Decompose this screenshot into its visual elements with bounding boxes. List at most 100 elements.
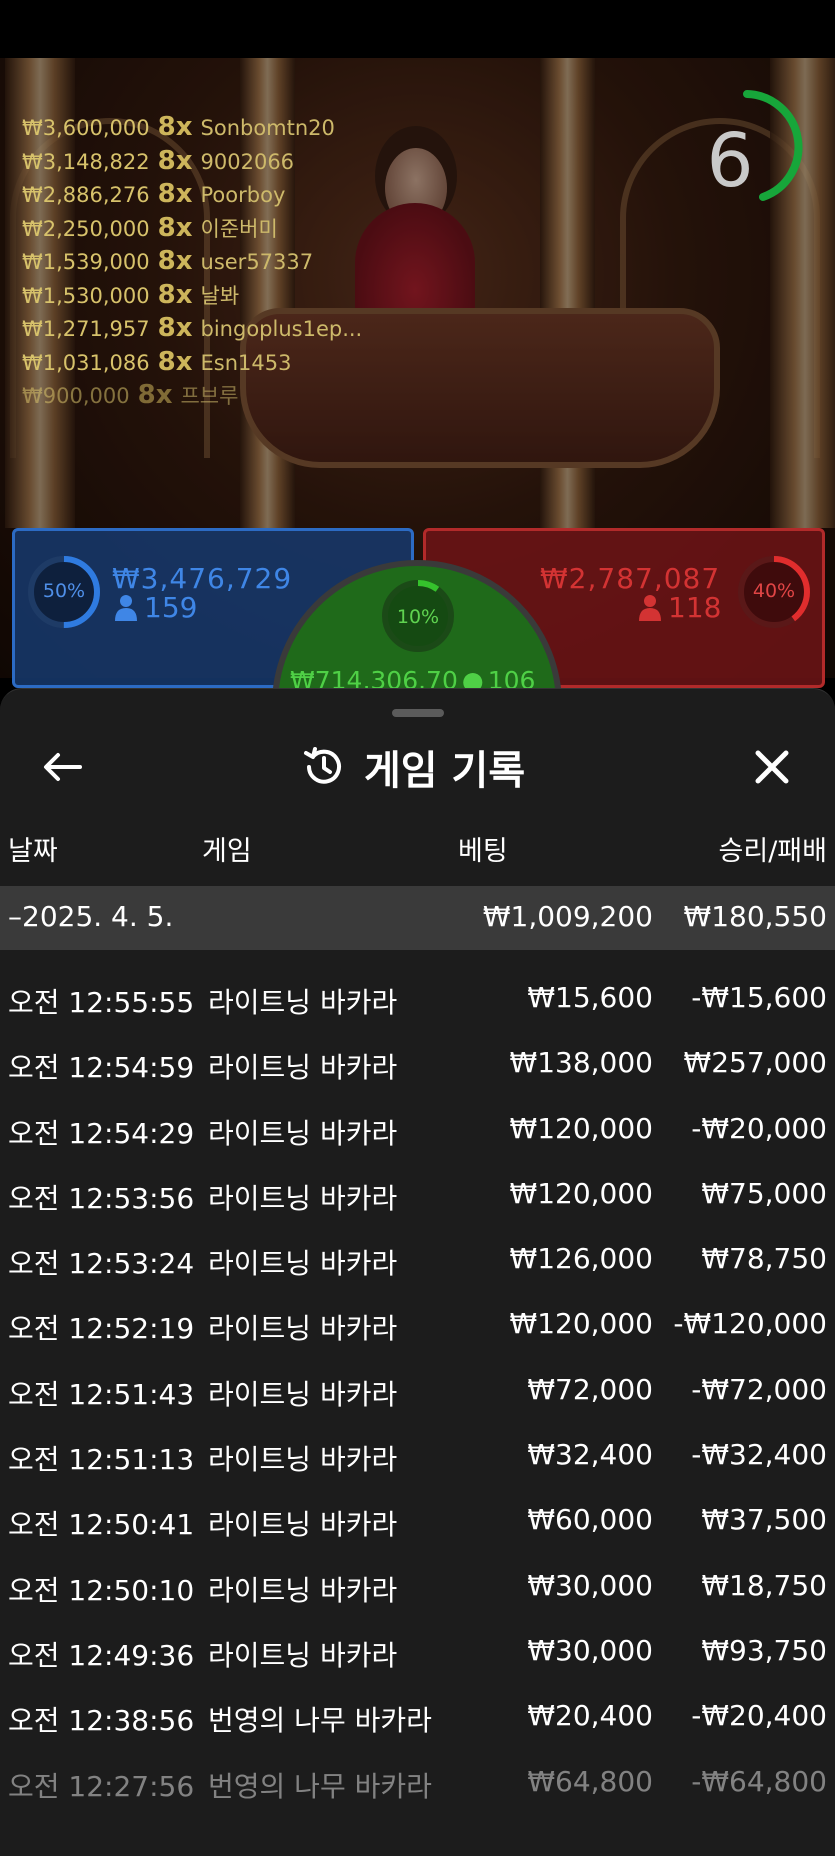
row-game: 라이트닝 바카라 [208,1508,398,1542]
column-header-game[interactable]: 게임 [202,829,252,868]
top-winners-list: ₩3,600,000 8x Sonbomtn20 ₩3,148,822 8x 90020… [22,112,362,414]
winner-entry: ₩900,000 8x 프브루 [22,380,352,414]
winner-amount: ₩900,000 [22,384,130,408]
winner-entry: ₩1,271,957 8x bingoplus1ep... [22,313,362,347]
row-bet: ₩20,400 [527,1699,653,1733]
row-game: 번영의 나무 바카라 [208,1704,432,1738]
winner-name: bingoplus1ep... [200,317,363,341]
game-history-sheet: 게임 기록 날짜 게임 베팅 승리/패배 –2025. 4. 5. ₩1,009… [0,688,835,1856]
player-percent: 50% [42,580,86,602]
row-time: 오전 12:50:41 [8,1508,195,1542]
winner-amount: ₩2,250,000 [22,216,150,241]
row-win-loss: ₩78,750 [701,1242,827,1276]
winner-amount: ₩1,271,957 [22,317,150,341]
winner-amount: ₩3,148,822 [22,149,150,174]
row-time: 오전 12:50:10 [8,1573,195,1607]
row-game: 라이트닝 바카라 [208,1051,398,1085]
winner-amount: ₩2,886,276 [22,183,150,207]
row-time: 오전 12:27:56 [8,1769,195,1803]
row-time: 오전 12:53:56 [8,1181,195,1215]
column-header-date[interactable]: 날짜 [8,829,58,868]
row-bet: ₩120,000 [509,1307,653,1341]
tie-percent: 10% [396,606,440,628]
winner-multiplier: 8x [157,145,193,176]
row-bet: ₩30,000 [527,1633,653,1667]
winner-name: 프브루 [180,384,239,408]
close-button[interactable] [746,741,798,793]
row-time: 오전 12:51:43 [8,1377,195,1411]
winner-name: user57337 [200,250,314,274]
close-icon [755,750,789,784]
row-time: 오전 12:54:59 [8,1051,195,1085]
row-time: 오전 12:51:13 [8,1443,195,1477]
winner-name: 이준버미 [200,216,278,241]
row-bet: ₩72,000 [527,1372,653,1406]
row-bet: ₩60,000 [527,1503,653,1537]
column-header-bet[interactable]: 베팅 [458,829,508,868]
winner-amount: ₩3,600,000 [22,116,150,140]
winner-entry: ₩3,600,000 8x Sonbomtn20 [22,112,352,146]
row-win-loss: -₩32,400 [691,1438,827,1472]
winner-name: Sonbomtn20 [200,116,335,140]
history-rows: 오전 12:55:55 라이트닝 바카라 ₩15,600 -₩15,600 오전 12… [0,971,835,1820]
row-time: 오전 12:55:55 [8,986,195,1019]
row-time: 오전 12:54:29 [8,1116,195,1150]
winner-entry: ₩2,886,276 8x Poorboy [22,179,352,213]
table-row[interactable]: 오전 12:27:56 번영의 나무 바카라 ₩64,800 -₩64,800 [0,1755,835,1820]
row-time: 오전 12:53:24 [8,1247,195,1281]
winner-multiplier: 8x [157,346,193,377]
winner-amount: ₩1,539,000 [22,250,150,274]
table-row[interactable]: 오전 12:53:24 라이트닝 바카라 ₩126,000 ₩78,750 [0,1232,835,1297]
row-game: 라이트닝 바카라 [208,1443,398,1477]
table-row[interactable]: 오전 12:49:36 라이트닝 바카라 ₩30,000 ₩93,750 [0,1624,835,1689]
table-row[interactable]: 오전 12:38:56 번영의 나무 바카라 ₩20,400 -₩20,400 [0,1689,835,1754]
table-row[interactable]: 오전 12:51:43 라이트닝 바카라 ₩72,000 -₩72,000 [0,1363,835,1428]
row-game: 번영의 나무 바카라 [208,1769,432,1803]
user-icon [638,594,662,624]
table-row[interactable]: 오전 12:52:19 라이트닝 바카라 ₩120,000 -₩120,000 [0,1297,835,1362]
row-bet: ₩64,800 [527,1764,653,1798]
back-button[interactable] [36,741,88,793]
winner-multiplier: 8x [157,112,193,142]
row-bet: ₩120,000 [509,1111,653,1145]
row-time: 오전 12:38:56 [8,1704,195,1738]
row-game: 라이트닝 바카라 [208,1573,398,1607]
row-game: 라이트닝 바카라 [208,1312,398,1346]
table-row[interactable]: 오전 12:51:13 라이트닝 바카라 ₩32,400 -₩32,400 [0,1428,835,1493]
winner-name: 날봐 [200,283,240,308]
row-game: 라이트닝 바카라 [208,986,398,1019]
winner-name: Poorboy [200,183,286,207]
summary-bet-total: ₩1,009,200 [482,900,653,933]
row-game: 라이트닝 바카라 [208,1116,398,1150]
date-group-summary-row[interactable]: –2025. 4. 5. ₩1,009,200 ₩180,550 [0,886,835,950]
table-row[interactable]: 오전 12:50:10 라이트닝 바카라 ₩30,000 ₩18,750 [0,1559,835,1624]
player-bet-amount: ₩3,476,729 [112,562,293,595]
sheet-drag-handle[interactable] [392,709,444,717]
row-bet: ₩120,000 [509,1176,653,1210]
row-win-loss: -₩20,400 [691,1699,827,1733]
row-win-loss: -₩120,000 [673,1307,827,1341]
winner-amount: ₩1,530,000 [22,283,150,308]
table-row[interactable]: 오전 12:54:59 라이트닝 바카라 ₩138,000 ₩257,000 [0,1036,835,1101]
winner-amount: ₩1,031,086 [22,350,150,375]
row-game: 라이트닝 바카라 [208,1247,398,1281]
summary-date: –2025. 4. 5. [8,900,174,933]
winner-entry: ₩1,031,086 8x Esn1453 [22,347,352,381]
table-row[interactable]: 오전 12:50:41 라이트닝 바카라 ₩60,000 ₩37,500 [0,1493,835,1558]
row-bet: ₩126,000 [509,1242,653,1276]
row-win-loss: -₩15,600 [691,981,827,1014]
user-icon: ● [461,666,484,688]
table-row[interactable]: 오전 12:54:29 라이트닝 바카라 ₩120,000 -₩20,000 [0,1102,835,1167]
column-header-win-loss[interactable]: 승리/패배 [719,829,827,868]
banker-bettor-count: 118 [668,591,722,624]
winner-multiplier: 8x [157,246,193,276]
row-time: 오전 12:52:19 [8,1312,195,1346]
page-title: 게임 기록 [364,748,526,794]
arrow-left-icon [44,753,82,781]
table-row[interactable]: 오전 12:55:55 라이트닝 바카라 ₩15,600 -₩15,600 [0,971,835,1036]
row-win-loss: ₩93,750 [701,1633,827,1667]
row-bet: ₩138,000 [509,1046,653,1080]
table-row[interactable]: 오전 12:53:56 라이트닝 바카라 ₩120,000 ₩75,000 [0,1167,835,1232]
row-win-loss: ₩18,750 [701,1568,827,1602]
row-bet: ₩32,400 [527,1438,653,1472]
